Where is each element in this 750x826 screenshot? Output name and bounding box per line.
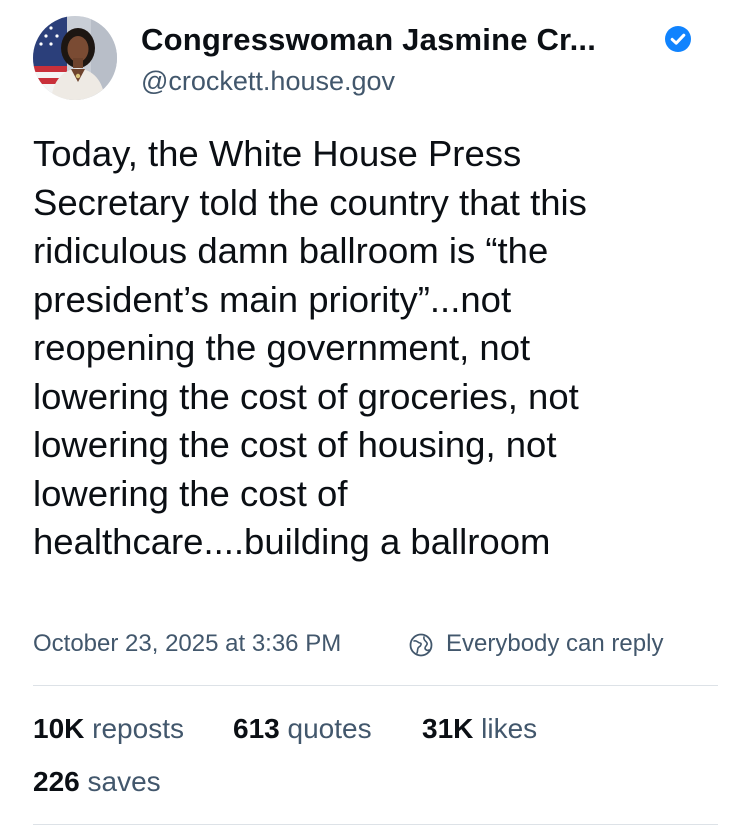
avatar-image bbox=[33, 16, 117, 100]
post-text-line: ridiculous damn ballroom is “the bbox=[33, 230, 549, 271]
saves-count: 226 bbox=[33, 766, 80, 797]
post-text-line: president’s main priority”...not bbox=[33, 278, 512, 320]
display-name[interactable]: Congresswoman Jasmine Cr... bbox=[141, 22, 596, 58]
globe-icon bbox=[409, 633, 433, 657]
post-text-line: lowering the cost of groceries, not bbox=[33, 375, 579, 417]
avatar[interactable] bbox=[33, 16, 117, 100]
post-text-line: healthcare....building a ballroom bbox=[33, 521, 551, 562]
reply-setting[interactable]: Everybody can reply bbox=[446, 630, 663, 658]
divider bbox=[33, 685, 718, 686]
quotes-stat[interactable]: 613 quotes bbox=[233, 713, 372, 745]
post-text-line: lowering the cost of bbox=[33, 472, 348, 514]
verified-badge-icon bbox=[665, 26, 691, 52]
post-text-line: lowering the cost of housing, not bbox=[33, 424, 557, 465]
likes-label: likes bbox=[481, 713, 538, 744]
post-meta: October 23, 2025 at 3:36 PM Everybody ca… bbox=[33, 630, 733, 662]
reposts-stat[interactable]: 10K reposts bbox=[33, 713, 184, 745]
author-handle[interactable]: @crockett.house.gov bbox=[141, 66, 395, 97]
post-card: Congresswoman Jasmine Cr... @crockett.ho… bbox=[0, 0, 750, 826]
quotes-label: quotes bbox=[287, 713, 372, 744]
likes-stat[interactable]: 31K likes bbox=[422, 713, 537, 745]
post-text-line: Today, the White House Press bbox=[33, 133, 522, 174]
post-timestamp: October 23, 2025 at 3:36 PM bbox=[33, 630, 342, 657]
divider bbox=[33, 824, 718, 825]
reposts-count: 10K bbox=[33, 713, 85, 744]
saves-label: saves bbox=[87, 766, 161, 797]
post-text-line: reopening the government, not bbox=[33, 327, 531, 368]
post-text-line: Secretary told the country that this bbox=[33, 181, 587, 223]
post-header: Congresswoman Jasmine Cr... @crockett.ho… bbox=[33, 16, 723, 106]
reposts-label: reposts bbox=[92, 713, 184, 744]
saves-stat[interactable]: 226 saves bbox=[33, 766, 161, 798]
quotes-count: 613 bbox=[233, 713, 280, 744]
post-text: Today, the White House Press Secretary t… bbox=[33, 130, 723, 567]
likes-count: 31K bbox=[422, 713, 474, 744]
